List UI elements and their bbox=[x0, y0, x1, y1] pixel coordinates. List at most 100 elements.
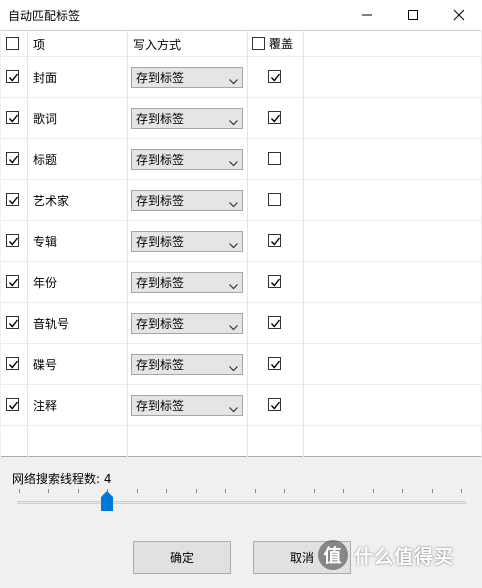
slider-tick bbox=[255, 489, 256, 493]
minimize-icon bbox=[362, 14, 372, 16]
row-divider bbox=[1, 425, 481, 426]
row-checkbox[interactable] bbox=[6, 152, 19, 165]
row-checkbox[interactable] bbox=[6, 70, 19, 83]
write-mode-select[interactable]: 存到标签 bbox=[131, 108, 243, 129]
overwrite-checkbox[interactable] bbox=[268, 275, 281, 288]
row-checkbox[interactable] bbox=[6, 193, 19, 206]
header-divider bbox=[1, 56, 481, 57]
slider-tick bbox=[314, 489, 315, 493]
overwrite-checkbox[interactable] bbox=[268, 193, 281, 206]
check-mark-icon bbox=[8, 401, 19, 410]
row-checkbox[interactable] bbox=[6, 316, 19, 329]
overwrite-checkbox[interactable] bbox=[268, 111, 281, 124]
check-mark-icon bbox=[270, 237, 281, 246]
row-divider bbox=[1, 138, 481, 139]
overwrite-checkbox[interactable] bbox=[268, 316, 281, 329]
write-mode-value: 存到标签 bbox=[136, 276, 185, 290]
write-mode-value: 存到标签 bbox=[136, 235, 185, 249]
header-item[interactable]: 项 bbox=[33, 38, 45, 52]
row-name: 歌词 bbox=[33, 112, 58, 126]
write-mode-select[interactable]: 存到标签 bbox=[131, 272, 243, 293]
write-mode-value: 存到标签 bbox=[136, 71, 185, 85]
row-checkbox[interactable] bbox=[6, 398, 19, 411]
row-name: 碟号 bbox=[33, 358, 58, 372]
overwrite-checkbox[interactable] bbox=[268, 398, 281, 411]
row-divider bbox=[1, 220, 481, 221]
check-mark-icon bbox=[8, 278, 19, 287]
header-mode[interactable]: 写入方式 bbox=[133, 38, 181, 52]
slider-tick bbox=[402, 489, 403, 493]
write-mode-select[interactable]: 存到标签 bbox=[131, 354, 243, 375]
write-mode-value: 存到标签 bbox=[136, 153, 185, 167]
row-checkbox[interactable] bbox=[6, 275, 19, 288]
close-button[interactable] bbox=[436, 0, 482, 30]
write-mode-value: 存到标签 bbox=[136, 112, 185, 126]
chevron-down-icon bbox=[229, 284, 238, 290]
row-divider bbox=[1, 302, 481, 303]
slider-tick bbox=[19, 489, 20, 493]
chevron-down-icon bbox=[229, 366, 238, 372]
row-name: 艺术家 bbox=[33, 194, 70, 208]
watermark-logo: 值 bbox=[318, 540, 348, 570]
chevron-down-icon bbox=[229, 243, 238, 249]
ok-button[interactable]: 确定 bbox=[133, 541, 231, 574]
row-divider bbox=[1, 261, 481, 262]
column-divider bbox=[127, 31, 128, 458]
slider-thumb-icon bbox=[101, 491, 113, 511]
slider-tick bbox=[225, 489, 226, 493]
overwrite-checkbox[interactable] bbox=[268, 70, 281, 83]
slider-tick bbox=[343, 489, 344, 493]
row-checkbox[interactable] bbox=[6, 357, 19, 370]
thread-slider-track[interactable] bbox=[17, 501, 466, 504]
chevron-down-icon bbox=[229, 325, 238, 331]
check-mark-icon bbox=[8, 319, 19, 328]
row-name: 年份 bbox=[33, 276, 58, 290]
row-name: 音轨号 bbox=[33, 317, 70, 331]
row-name: 封面 bbox=[33, 71, 58, 85]
close-icon bbox=[453, 9, 465, 21]
write-mode-select[interactable]: 存到标签 bbox=[131, 149, 243, 170]
watermark-text: 什么值得买 bbox=[354, 545, 455, 568]
write-mode-select[interactable]: 存到标签 bbox=[131, 313, 243, 334]
chevron-down-icon bbox=[229, 202, 238, 208]
row-divider bbox=[1, 384, 481, 385]
check-mark-icon bbox=[270, 401, 281, 410]
select-all-checkbox[interactable] bbox=[6, 37, 19, 50]
row-name: 专辑 bbox=[33, 235, 58, 249]
check-mark-icon bbox=[8, 237, 19, 246]
chevron-down-icon bbox=[229, 407, 238, 413]
overwrite-all-checkbox[interactable] bbox=[252, 37, 265, 50]
check-mark-icon bbox=[8, 155, 19, 164]
check-mark-icon bbox=[8, 360, 19, 369]
overwrite-checkbox[interactable] bbox=[268, 357, 281, 370]
slider-tick bbox=[284, 489, 285, 493]
thread-count-label: 网络搜索线程数: 4 bbox=[12, 472, 112, 486]
watermark: 值 什么值得买 bbox=[318, 540, 454, 570]
slider-tick bbox=[78, 489, 79, 493]
chevron-down-icon bbox=[229, 161, 238, 167]
write-mode-value: 存到标签 bbox=[136, 194, 185, 208]
write-mode-select[interactable]: 存到标签 bbox=[131, 67, 243, 88]
row-name: 标题 bbox=[33, 153, 58, 167]
slider-tick bbox=[196, 489, 197, 493]
check-mark-icon bbox=[270, 73, 281, 82]
row-checkbox[interactable] bbox=[6, 111, 19, 124]
maximize-button[interactable] bbox=[390, 0, 436, 30]
write-mode-select[interactable]: 存到标签 bbox=[131, 231, 243, 252]
overwrite-checkbox[interactable] bbox=[268, 152, 281, 165]
column-divider bbox=[247, 31, 248, 458]
title-bar: 自动匹配标签 bbox=[0, 0, 482, 30]
maximize-icon bbox=[408, 10, 418, 20]
check-mark-icon bbox=[8, 196, 19, 205]
write-mode-select[interactable]: 存到标签 bbox=[131, 395, 243, 416]
write-mode-select[interactable]: 存到标签 bbox=[131, 190, 243, 211]
header-overwrite[interactable]: 覆盖 bbox=[269, 37, 293, 51]
check-mark-icon bbox=[270, 319, 281, 328]
row-checkbox[interactable] bbox=[6, 234, 19, 247]
overwrite-checkbox[interactable] bbox=[268, 234, 281, 247]
thread-slider-thumb[interactable] bbox=[101, 491, 113, 514]
slider-tick bbox=[461, 489, 462, 493]
minimize-button[interactable] bbox=[344, 0, 390, 30]
window-title: 自动匹配标签 bbox=[8, 9, 81, 23]
column-divider bbox=[27, 31, 28, 458]
